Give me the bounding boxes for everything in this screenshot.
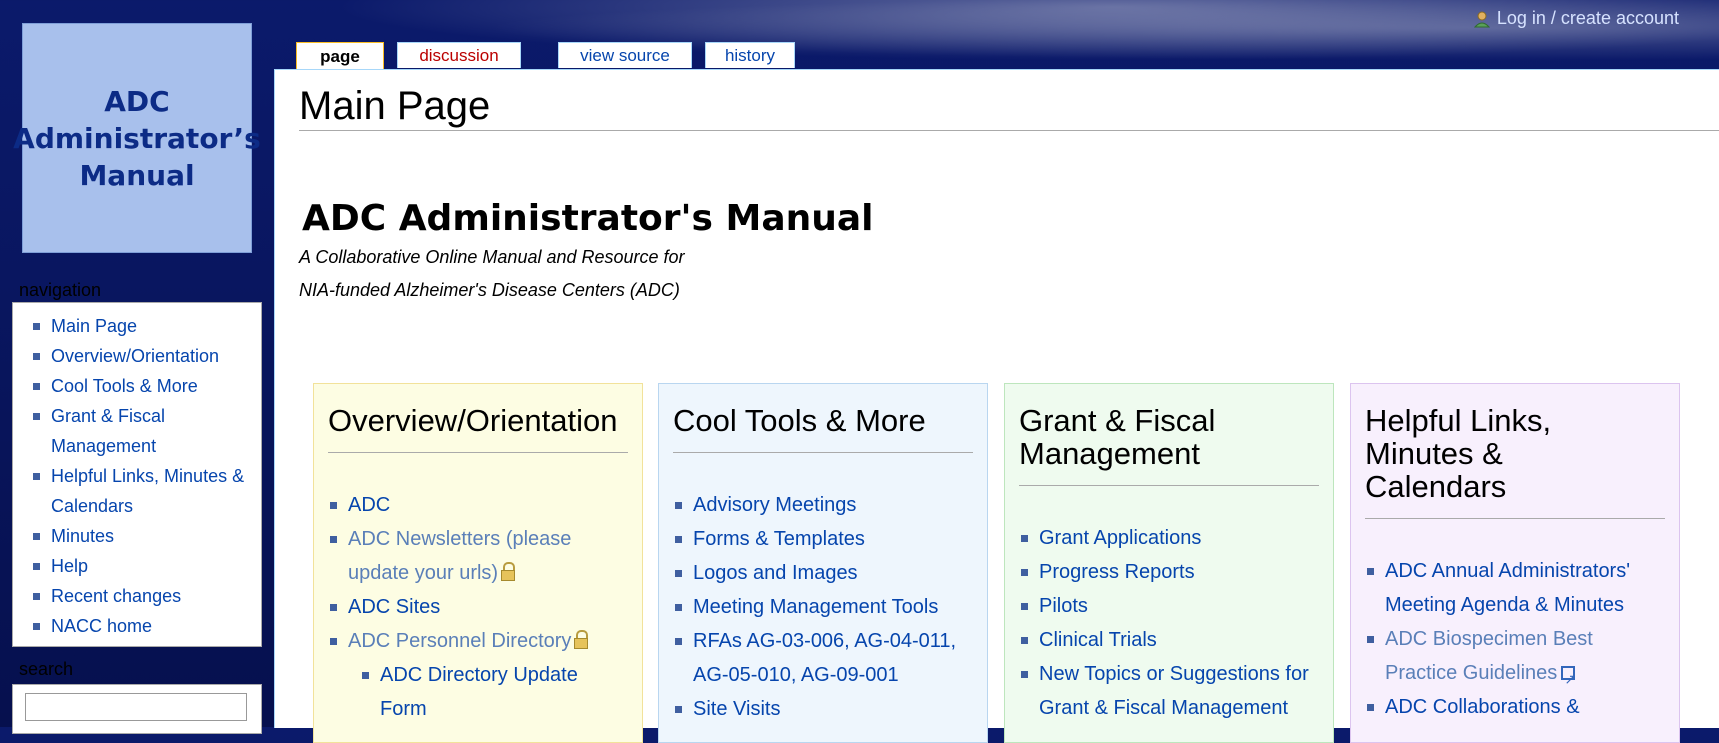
page-heading: Main Page	[299, 84, 491, 128]
nav-item-nacc-home[interactable]: NACC home	[31, 611, 261, 641]
logo-line: Administrator’s	[13, 121, 261, 155]
nav-item-recent-changes[interactable]: Recent changes	[31, 581, 261, 611]
content-area: Main Page ADC Administrator's Manual A C…	[274, 69, 1719, 743]
tab-page[interactable]: page	[296, 42, 384, 71]
tab-view-source[interactable]: view source	[558, 42, 692, 68]
helpful-links-box: Helpful Links, Minutes & Calendars ADC Ann…	[1350, 383, 1680, 743]
nav-item-cool-tools[interactable]: Cool Tools & More	[31, 371, 261, 401]
navigation-portlet: Main Page Overview/Orientation Cool Tool…	[12, 302, 262, 647]
box-link[interactable]: Site Visits	[673, 692, 983, 726]
tab-discussion[interactable]: discussion	[397, 42, 521, 68]
navigation-title: navigation	[19, 280, 102, 300]
box-link[interactable]: ADC Annual Administrators' Meeting Agend…	[1365, 554, 1665, 622]
box-link[interactable]: RFAs AG-03-006, AG-04-011, AG-05-010, AG…	[673, 624, 983, 692]
user-icon	[1473, 10, 1491, 28]
box-link[interactable]: ADC Biospecimen Best Practice Guidelines	[1365, 622, 1665, 696]
external-link-icon	[1561, 662, 1576, 696]
box-link[interactable]: Clinical Trials	[1019, 623, 1329, 657]
box-divider	[328, 452, 628, 453]
nav-item-grant-fiscal[interactable]: Grant & Fiscal Management	[31, 401, 251, 461]
box-title: Cool Tools & More	[673, 403, 926, 438]
subtitle-line: NIA-funded Alzheimer's Disease Centers (…	[299, 280, 680, 300]
subtitle-line: A Collaborative Online Manual and Resour…	[299, 247, 685, 267]
box-divider	[1365, 518, 1665, 519]
box-title: Overview/Orientation	[328, 403, 618, 438]
nav-item-minutes[interactable]: Minutes	[31, 521, 261, 551]
lock-icon	[574, 630, 589, 649]
box-divider	[1019, 485, 1319, 486]
search-input[interactable]	[25, 693, 247, 721]
box-title: Grant & Fiscal Management	[1019, 403, 1216, 471]
box-link[interactable]: New Topics or Suggestions for Grant & Fi…	[1019, 657, 1329, 725]
box-link[interactable]: Grant Applications	[1019, 521, 1329, 555]
manual-title: ADC Administrator's Manual	[302, 198, 874, 239]
box-link[interactable]: ADC Newsletters (please update your urls…	[328, 522, 628, 590]
overview-box: Overview/Orientation ADC ADC Newsletters…	[313, 383, 643, 743]
box-link[interactable]: Advisory Meetings	[673, 488, 983, 522]
heading-divider	[299, 130, 1719, 131]
tab-history[interactable]: history	[705, 42, 795, 68]
box-link[interactable]: ADC Collaborations &	[1365, 690, 1665, 724]
box-link[interactable]: ADC Sites	[328, 590, 628, 624]
nav-item-main-page[interactable]: Main Page	[31, 311, 261, 341]
personal-tools: Log in / create account	[1473, 8, 1679, 29]
box-divider	[673, 452, 973, 453]
site-logo[interactable]: ADC Administrator’s Manual	[13, 23, 261, 253]
login-link[interactable]: Log in / create account	[1497, 8, 1679, 29]
cool-tools-box: Cool Tools & More Advisory Meetings Form…	[658, 383, 988, 743]
nav-item-overview[interactable]: Overview/Orientation	[31, 341, 261, 371]
logo-line: Manual	[79, 158, 195, 192]
box-link[interactable]: Progress Reports	[1019, 555, 1329, 589]
nav-item-help[interactable]: Help	[31, 551, 261, 581]
lock-icon	[501, 562, 516, 581]
logo-line: ADC	[104, 84, 170, 118]
box-link[interactable]: ADC Directory Update Form	[360, 658, 610, 726]
grant-fiscal-box: Grant & Fiscal Management Grant Applicati…	[1004, 383, 1334, 743]
box-link[interactable]: Pilots	[1019, 589, 1329, 623]
box-link[interactable]: Forms & Templates	[673, 522, 983, 556]
box-link[interactable]: ADC Personnel Directory	[328, 624, 628, 658]
box-link[interactable]: Logos and Images	[673, 556, 983, 590]
box-link[interactable]: ADC	[328, 488, 628, 522]
nav-item-helpful-links[interactable]: Helpful Links, Minutes & Calendars	[31, 461, 251, 521]
box-title: Helpful Links, Minutes & Calendars	[1365, 403, 1552, 504]
search-title: search	[19, 659, 74, 679]
box-link[interactable]: Meeting Management Tools	[673, 590, 983, 624]
